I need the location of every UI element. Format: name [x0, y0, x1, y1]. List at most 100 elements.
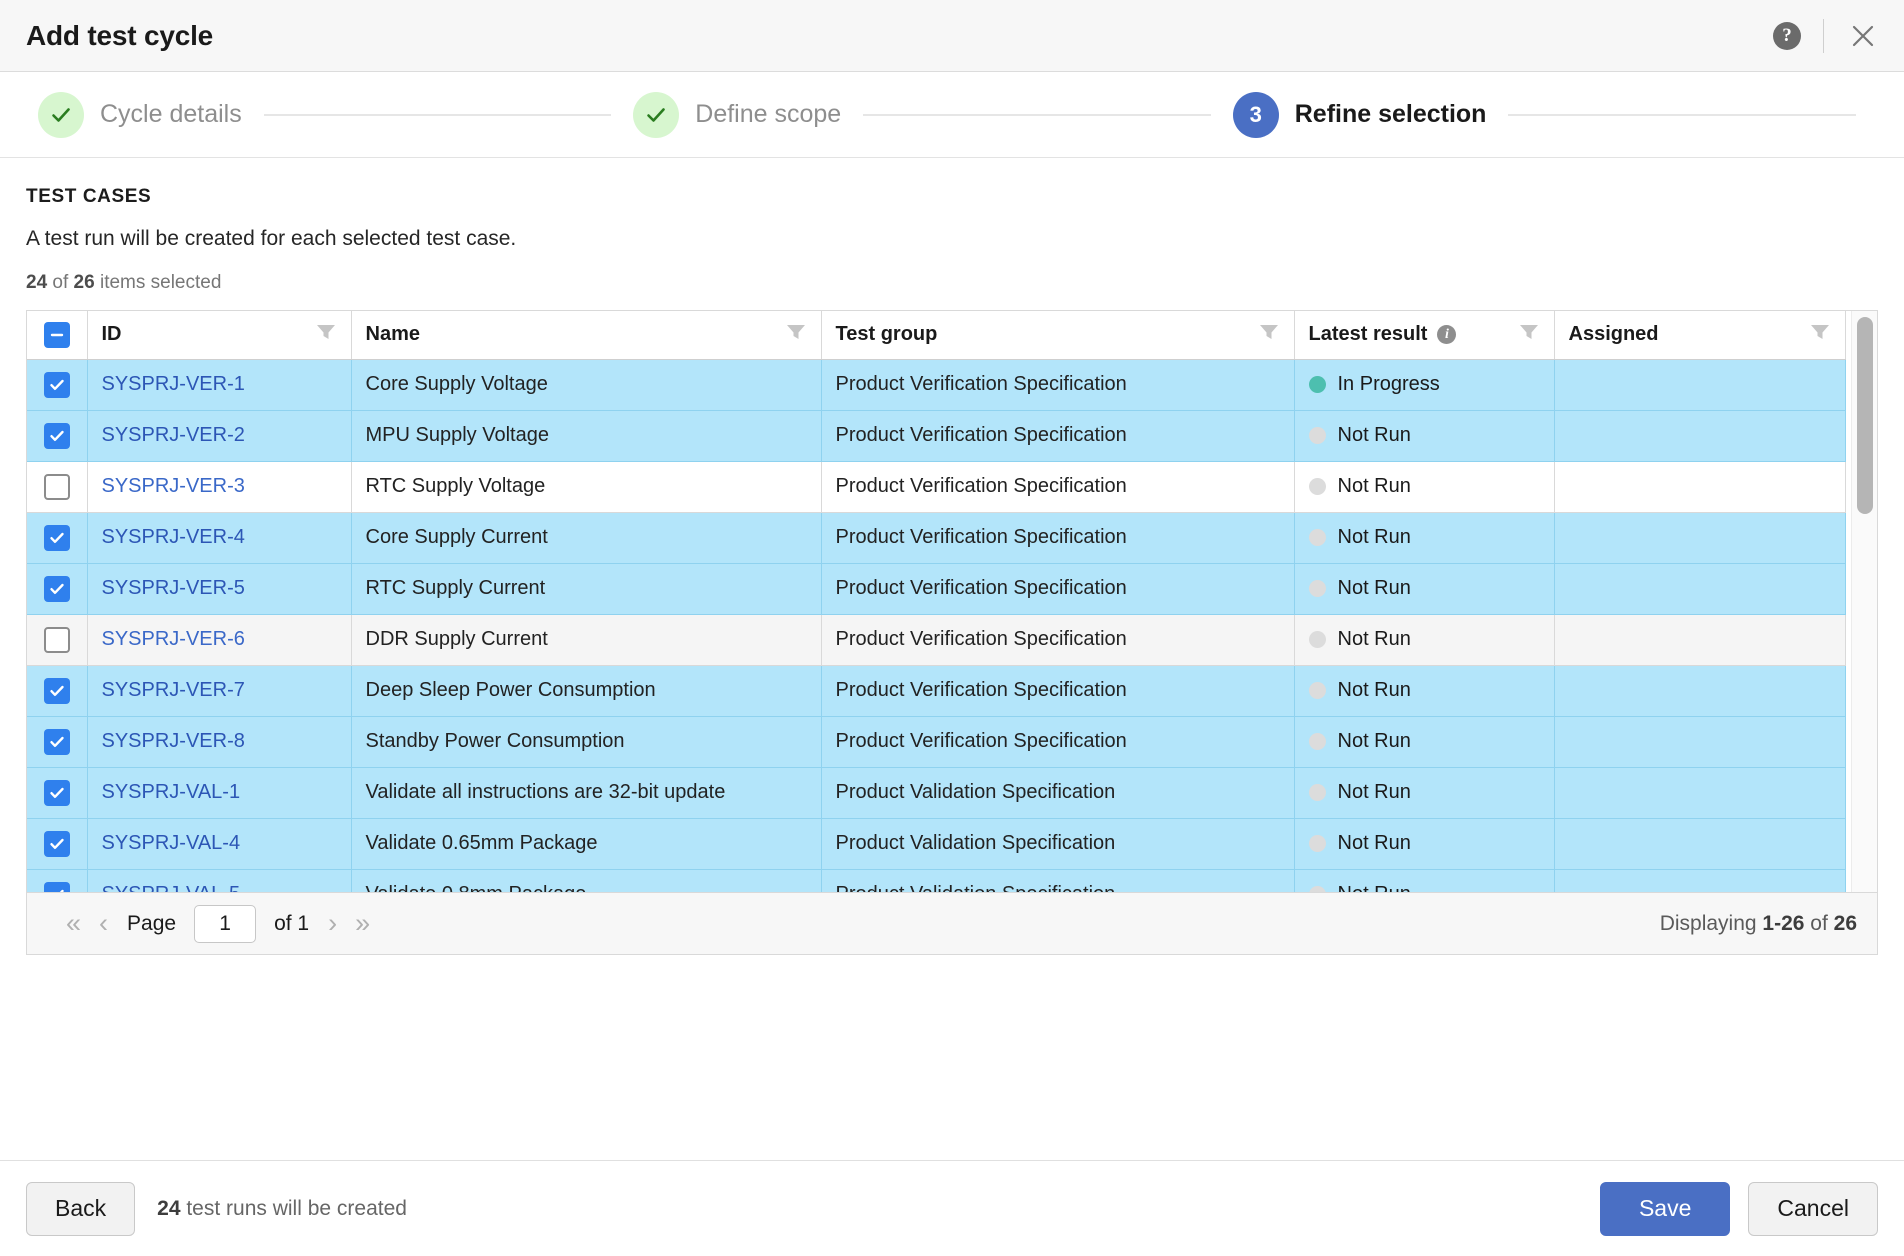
row-checkbox[interactable]: [44, 627, 70, 653]
row-checkbox[interactable]: [44, 882, 70, 894]
cell-latest-result: Not Run: [1294, 767, 1554, 818]
table-header-row: ID Name: [27, 311, 1845, 359]
filter-icon[interactable]: [1518, 322, 1540, 348]
footer-actions: Save Cancel: [1600, 1182, 1878, 1236]
row-select-cell: [27, 716, 87, 767]
column-label-latest-result: Latest result: [1309, 323, 1428, 346]
select-all-checkbox[interactable]: [44, 322, 70, 348]
cell-latest-result: Not Run: [1294, 461, 1554, 512]
cell-latest-result: Not Run: [1294, 665, 1554, 716]
test-case-id-link[interactable]: SYSPRJ-VER-2: [102, 424, 245, 446]
column-header-name[interactable]: Name: [351, 311, 821, 359]
column-header-test-group[interactable]: Test group: [821, 311, 1294, 359]
step-connector-2: [863, 114, 1211, 116]
status-badge: Not Run: [1309, 628, 1540, 651]
test-case-id-link[interactable]: SYSPRJ-VAL-4: [102, 832, 241, 854]
step-cycle-details[interactable]: Cycle details: [38, 92, 242, 138]
table-row[interactable]: SYSPRJ-VAL-1Validate all instructions ar…: [27, 767, 1845, 818]
status-dot-icon: [1309, 886, 1326, 893]
cell-latest-result: Not Run: [1294, 818, 1554, 869]
status-dot-icon: [1309, 529, 1326, 546]
row-checkbox[interactable]: [44, 576, 70, 602]
status-label: Not Run: [1338, 577, 1411, 600]
cell-assigned: [1554, 869, 1845, 893]
table-row[interactable]: SYSPRJ-VER-4Core Supply CurrentProduct V…: [27, 512, 1845, 563]
close-icon[interactable]: [1846, 19, 1880, 53]
test-case-id-link[interactable]: SYSPRJ-VAL-1: [102, 781, 241, 803]
status-badge: In Progress: [1309, 373, 1540, 396]
displaying-range: 1-26: [1762, 912, 1804, 935]
filter-icon[interactable]: [315, 322, 337, 348]
cell-id: SYSPRJ-VER-5: [87, 563, 351, 614]
selected-count-value: 24: [26, 272, 47, 293]
cancel-button[interactable]: Cancel: [1748, 1182, 1878, 1236]
cell-id: SYSPRJ-VER-8: [87, 716, 351, 767]
row-checkbox[interactable]: [44, 525, 70, 551]
filter-icon[interactable]: [1258, 322, 1280, 348]
row-checkbox[interactable]: [44, 780, 70, 806]
table-row[interactable]: SYSPRJ-VER-6DDR Supply CurrentProduct Ve…: [27, 614, 1845, 665]
row-select-cell: [27, 410, 87, 461]
row-select-cell: [27, 563, 87, 614]
column-header-assigned[interactable]: Assigned: [1554, 311, 1845, 359]
selected-count: 24 of 26 items selected: [26, 272, 1878, 294]
table-row[interactable]: SYSPRJ-VAL-4Validate 0.65mm PackageProdu…: [27, 818, 1845, 869]
test-case-id-link[interactable]: SYSPRJ-VER-3: [102, 475, 245, 497]
row-checkbox[interactable]: [44, 831, 70, 857]
table-row[interactable]: SYSPRJ-VAL-5Validate 0.8mm PackageProduc…: [27, 869, 1845, 893]
cell-name: Validate 0.8mm Package: [351, 869, 821, 893]
row-checkbox[interactable]: [44, 678, 70, 704]
cell-latest-result: Not Run: [1294, 614, 1554, 665]
section-description: A test run will be created for each sele…: [26, 227, 1878, 251]
next-page-button[interactable]: ›: [319, 910, 346, 937]
cell-test-group: Product Verification Specification: [821, 359, 1294, 410]
step-define-scope[interactable]: Define scope: [633, 92, 841, 138]
table-row[interactable]: SYSPRJ-VER-3RTC Supply VoltageProduct Ve…: [27, 461, 1845, 512]
table-row[interactable]: SYSPRJ-VER-1Core Supply VoltageProduct V…: [27, 359, 1845, 410]
section-title: TEST CASES: [26, 186, 1878, 208]
cell-latest-result: Not Run: [1294, 563, 1554, 614]
filter-icon[interactable]: [1809, 322, 1831, 348]
test-case-id-link[interactable]: SYSPRJ-VER-7: [102, 679, 245, 701]
displaying-summary: Displaying 1-26 of 26: [1660, 912, 1857, 936]
test-case-id-link[interactable]: SYSPRJ-VER-5: [102, 577, 245, 599]
table-row[interactable]: SYSPRJ-VER-2MPU Supply VoltageProduct Ve…: [27, 410, 1845, 461]
row-checkbox[interactable]: [44, 729, 70, 755]
test-case-id-link[interactable]: SYSPRJ-VER-8: [102, 730, 245, 752]
row-checkbox[interactable]: [44, 474, 70, 500]
status-badge: Not Run: [1309, 577, 1540, 600]
status-label: Not Run: [1338, 883, 1411, 893]
row-checkbox[interactable]: [44, 372, 70, 398]
row-checkbox[interactable]: [44, 423, 70, 449]
page-number-input[interactable]: [194, 905, 256, 943]
back-button[interactable]: Back: [26, 1182, 135, 1236]
prev-page-button[interactable]: ‹: [90, 910, 117, 937]
column-label-test-group: Test group: [836, 323, 938, 346]
status-label: Not Run: [1338, 781, 1411, 804]
test-case-id-link[interactable]: SYSPRJ-VER-6: [102, 628, 245, 650]
row-select-cell: [27, 512, 87, 563]
step-refine-selection[interactable]: 3 Refine selection: [1233, 92, 1487, 138]
save-button[interactable]: Save: [1600, 1182, 1730, 1236]
table-row[interactable]: SYSPRJ-VER-7Deep Sleep Power Consumption…: [27, 665, 1845, 716]
scrollbar-thumb[interactable]: [1857, 317, 1873, 515]
column-header-id[interactable]: ID: [87, 311, 351, 359]
table-row[interactable]: SYSPRJ-VER-5RTC Supply CurrentProduct Ve…: [27, 563, 1845, 614]
page-total-label: of 1: [274, 912, 309, 936]
status-badge: Not Run: [1309, 832, 1540, 855]
table-row[interactable]: SYSPRJ-VER-8Standby Power ConsumptionPro…: [27, 716, 1845, 767]
column-header-latest-result[interactable]: Latest result i: [1294, 311, 1554, 359]
test-case-id-link[interactable]: SYSPRJ-VAL-5: [102, 883, 241, 893]
check-icon: [38, 92, 84, 138]
test-case-id-link[interactable]: SYSPRJ-VER-1: [102, 373, 245, 395]
table-vertical-scrollbar[interactable]: [1851, 311, 1877, 892]
filter-icon[interactable]: [785, 322, 807, 348]
info-icon[interactable]: i: [1437, 325, 1456, 344]
last-page-button[interactable]: »: [346, 910, 379, 937]
test-case-id-link[interactable]: SYSPRJ-VER-4: [102, 526, 245, 548]
cell-name: MPU Supply Voltage: [351, 410, 821, 461]
help-icon[interactable]: ?: [1773, 22, 1801, 50]
titlebar-divider: [1823, 19, 1824, 53]
cell-id: SYSPRJ-VER-3: [87, 461, 351, 512]
first-page-button[interactable]: «: [57, 910, 90, 937]
